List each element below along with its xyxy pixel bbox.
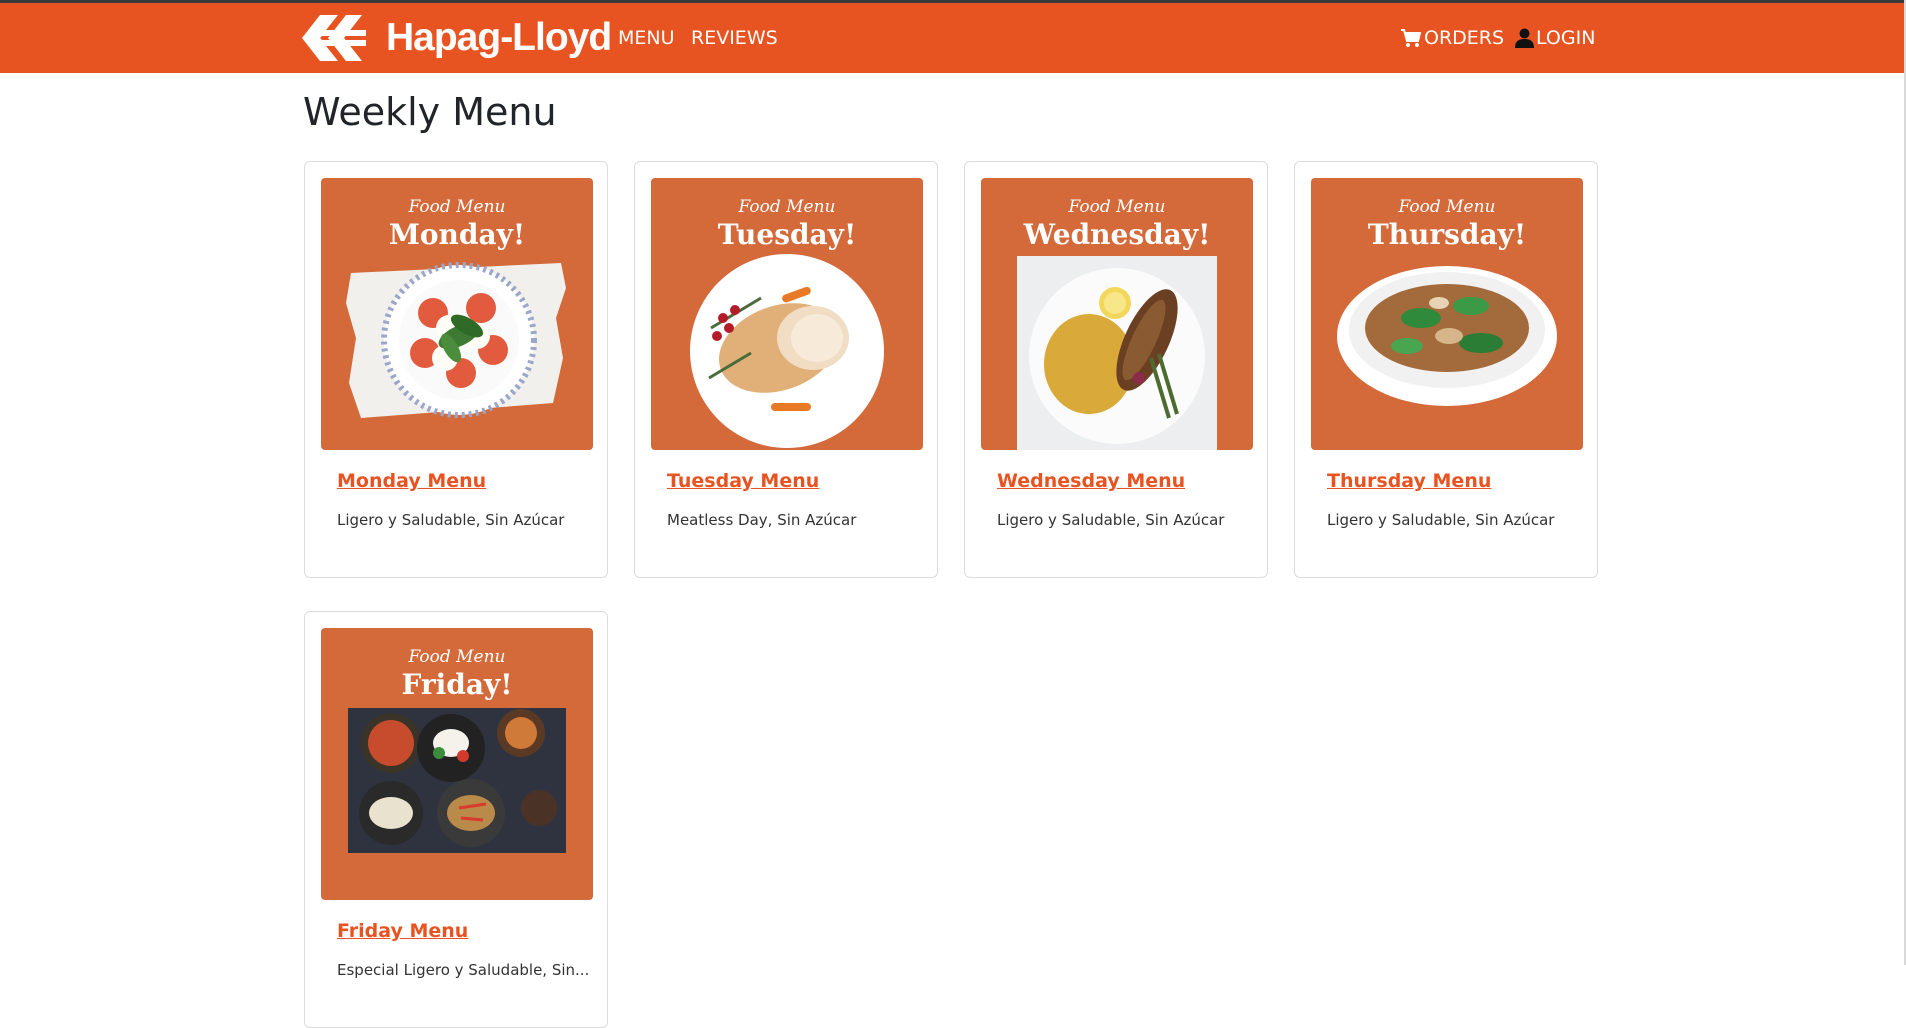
wednesday-menu-link[interactable]: Wednesday Menu [997,468,1185,494]
friday-menu-link[interactable]: Friday Menu [337,918,468,944]
menu-card-image[interactable]: Food Menu Monday! [321,178,593,450]
cart-icon [1401,29,1422,47]
menu-card-description: Ligero y Saludable, Sin Azúcar [337,511,565,529]
monday-menu-link[interactable]: Monday Menu [337,468,486,494]
thursday-menu-link[interactable]: Thursday Menu [1327,468,1491,494]
nav-login-label: LOGIN [1536,27,1596,49]
menu-card-description: Especial Ligero y Saludable, Sin... [337,961,590,979]
menu-card-monday: Food Menu Monday! Monday Menu Ligero y S… [304,161,608,578]
menu-card-description: Meatless Day, Sin Azúcar [667,511,857,529]
nav-link-reviews[interactable]: REVIEWS [691,25,778,51]
brand-logo-link[interactable]: Hapag-Lloyd [302,15,612,61]
menu-card-thursday: Food Menu Thursday! Thursday Menu Ligero… [1294,161,1598,578]
caprese-salad-illustration [346,262,566,418]
noodle-stirfry-illustration [1337,266,1557,406]
nav-login-link[interactable]: LOGIN [1515,25,1595,51]
brand-name: Hapag-Lloyd [386,16,612,59]
menu-card-description: Ligero y Saludable, Sin Azúcar [1327,511,1555,529]
menu-card-image[interactable]: Food Menu Wednesday! [981,178,1253,450]
menu-card-image[interactable]: Food Menu Thursday! [1311,178,1583,450]
page-title: Weekly Menu [303,90,557,134]
asian-dishes-illustration [348,708,566,853]
fish-and-rice-illustration [1017,256,1217,450]
nav-orders-label: ORDERS [1424,27,1505,49]
tuesday-menu-link[interactable]: Tuesday Menu [667,468,819,494]
menu-card-description: Ligero y Saludable, Sin Azúcar [997,511,1225,529]
menu-card-image[interactable]: Food Menu Tuesday! [651,178,923,450]
menu-card-image[interactable]: Food Menu Friday! [321,628,593,900]
top-navbar: Hapag-Lloyd MENU REVIEWS ORDERS LOGIN [0,3,1906,73]
menu-card-wednesday: Food Menu Wednesday! Wednesday Menu Lige… [964,161,1268,578]
menu-card-tuesday: Food Menu Tuesday! Tuesday Menu Meatless… [634,161,938,578]
user-icon [1515,28,1534,48]
menu-card-friday: Food Menu Friday! Friday Menu Especial L… [304,611,608,1028]
nav-link-menu[interactable]: MENU [618,25,675,51]
hapag-lloyd-logo-icon [302,15,366,61]
roast-turkey-illustration [690,254,884,448]
nav-orders-link[interactable]: ORDERS [1400,25,1504,51]
